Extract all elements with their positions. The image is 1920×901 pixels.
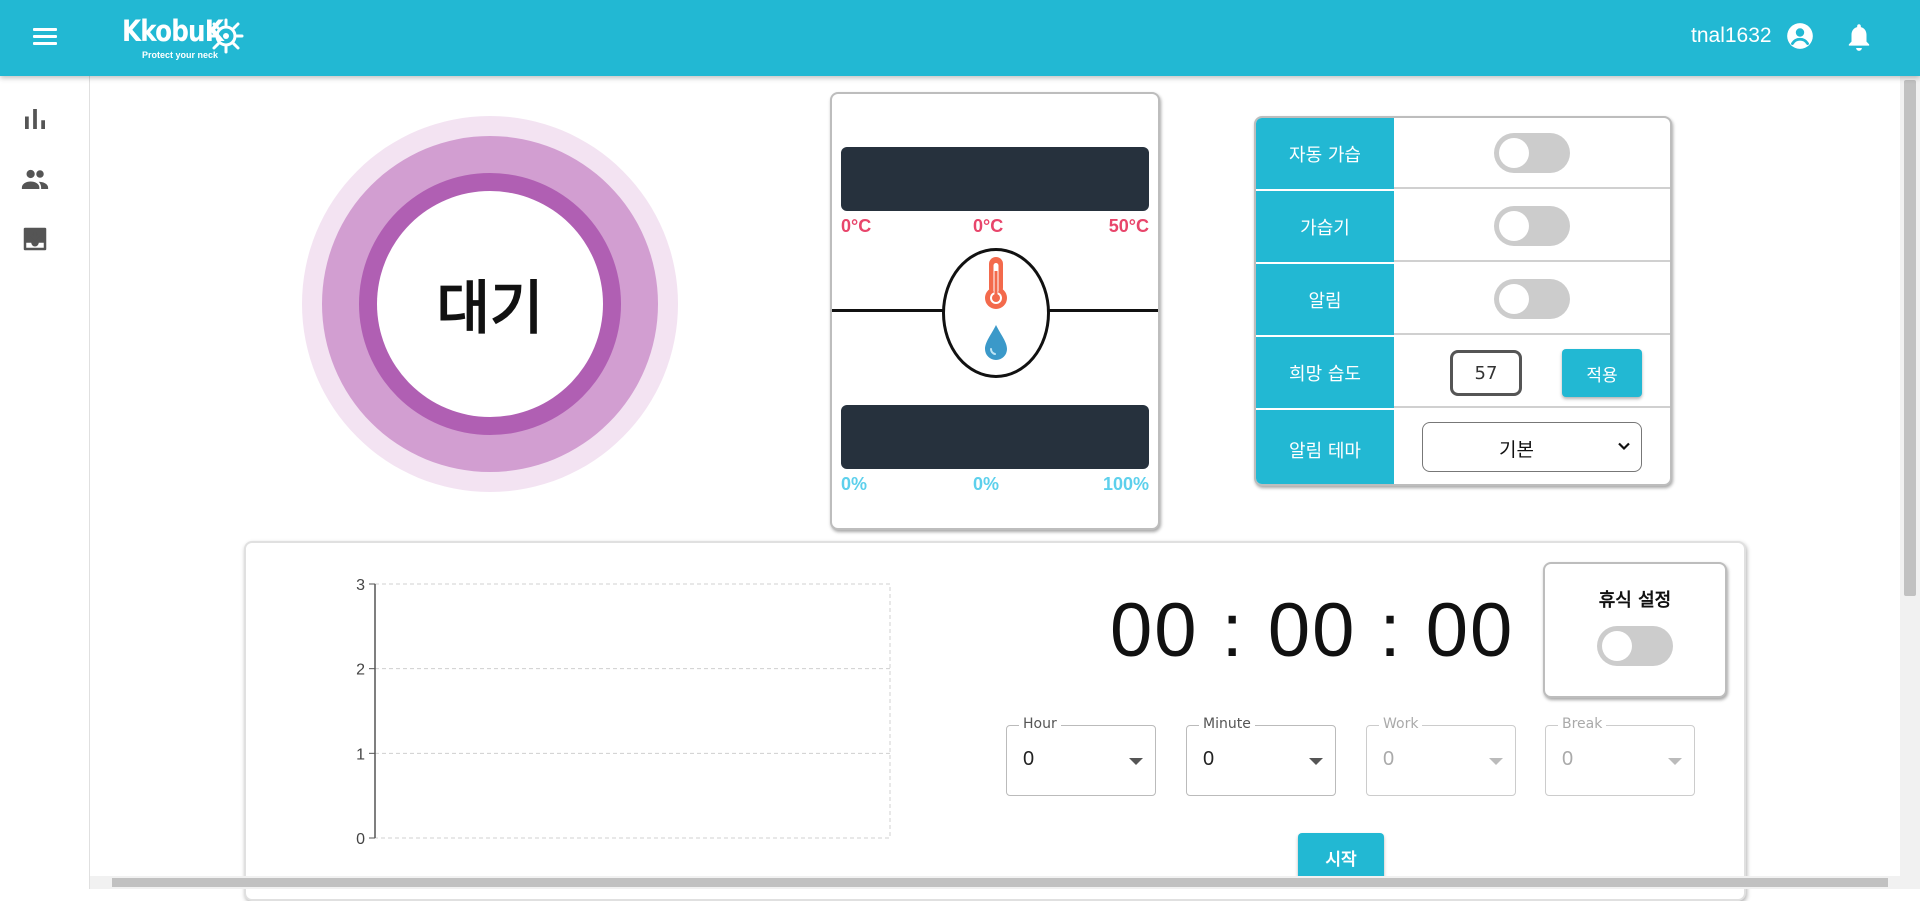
work-value: 0	[1383, 748, 1395, 770]
apply-button[interactable]: 적용	[1562, 349, 1642, 397]
timer-card: 0 1 2 3 00 : 00 : 00 휴식 설정 Hour 0 Minute 0 …	[244, 541, 1746, 901]
minute-value: 0	[1203, 748, 1215, 770]
alarm-theme-value: 기본	[1499, 439, 1534, 461]
menu-icon[interactable]	[30, 24, 60, 52]
work-label: Work	[1379, 716, 1423, 732]
temperature-max: 50°C	[1108, 216, 1149, 236]
humidity-min: 0%	[841, 474, 868, 494]
temperature-current: 0°C	[973, 216, 1004, 236]
alarm-toggle[interactable]	[1494, 279, 1570, 319]
vertical-scrollbar[interactable]	[1900, 76, 1920, 876]
logo-tagline: Protect your neck	[142, 50, 219, 60]
dropdown-arrow-icon	[1309, 758, 1323, 765]
chevron-down-icon	[1618, 442, 1630, 451]
humidifier-label: 가습기	[1256, 191, 1394, 262]
humidifier-row: 가습기	[1256, 191, 1670, 262]
sensor-oval	[942, 248, 1050, 378]
sensor-card: 0°C 0°C 50°C 0% 0% 100%	[830, 92, 1160, 530]
bar-chart-icon[interactable]	[20, 104, 50, 134]
chart-y-tick-label: 0	[356, 831, 365, 848]
horizontal-scrollbar[interactable]	[90, 876, 1920, 889]
chart-plot-area	[374, 583, 891, 839]
status-label: 대기	[437, 274, 544, 342]
status-ring-graphic: 대기	[302, 116, 678, 492]
rest-toggle[interactable]	[1597, 626, 1673, 666]
desired-humidity-input[interactable]	[1450, 350, 1522, 396]
username[interactable]: tnal1632	[1691, 24, 1772, 48]
auto-humidify-label: 자동 가습	[1256, 118, 1394, 189]
account-circle-icon[interactable]	[1786, 22, 1814, 50]
dropdown-arrow-icon	[1489, 758, 1503, 765]
control-panel: 자동 가습 가습기 알림 희망 습도 적용 알림 테마 기본	[1254, 116, 1672, 486]
chart-y-tick-label: 3	[356, 577, 365, 594]
vertical-scroll-thumb[interactable]	[1904, 80, 1916, 596]
alarm-row: 알림	[1256, 264, 1670, 335]
sidebar	[0, 76, 90, 889]
start-button[interactable]: 시작	[1298, 833, 1384, 881]
logo[interactable]: KkobuK Protect your neck	[122, 14, 248, 64]
desired-humidity-label: 희망 습도	[1256, 337, 1394, 408]
minute-label: Minute	[1199, 716, 1255, 732]
posture-chart: 0 1 2 3	[356, 577, 891, 848]
humidity-current: 0%	[973, 474, 1000, 494]
humidity-bar	[841, 405, 1149, 469]
rest-settings-box: 휴식 설정	[1543, 562, 1727, 698]
temperature-min: 0°C	[841, 216, 872, 236]
humidifier-toggle[interactable]	[1494, 206, 1570, 246]
water-drop-icon	[985, 325, 1007, 360]
break-value: 0	[1562, 748, 1574, 770]
thermometer-icon	[985, 257, 1007, 309]
horizontal-scroll-thumb[interactable]	[112, 878, 1888, 887]
rest-settings-title: 휴식 설정	[1598, 590, 1672, 611]
app-bar: KkobuK Protect your neck tnal1632	[0, 0, 1920, 76]
turtle-logo-icon	[208, 18, 244, 54]
auto-humidify-row: 자동 가습	[1256, 118, 1670, 189]
break-label: Break	[1558, 716, 1607, 732]
temperature-scale: 0°C 0°C 50°C	[841, 216, 1149, 236]
alarm-theme-row: 알림 테마 기본	[1256, 410, 1670, 484]
alarm-label: 알림	[1256, 264, 1394, 335]
hour-label: Hour	[1019, 716, 1061, 732]
dropdown-arrow-icon	[1129, 758, 1143, 765]
alarm-theme-select[interactable]: 기본	[1422, 422, 1642, 472]
bell-icon[interactable]	[1845, 22, 1873, 52]
inbox-download-icon[interactable]	[20, 224, 50, 254]
auto-humidify-toggle[interactable]	[1494, 133, 1570, 173]
break-select[interactable]: Break 0	[1545, 716, 1695, 796]
hour-value: 0	[1023, 748, 1035, 770]
dropdown-arrow-icon	[1668, 758, 1682, 765]
chart-y-tick-label: 2	[356, 662, 365, 679]
people-icon[interactable]	[20, 164, 50, 194]
minute-select[interactable]: Minute 0	[1186, 716, 1336, 796]
status-ring: 대기	[302, 116, 678, 492]
timer-display: 00 : 00 : 00	[1110, 588, 1515, 673]
hour-select[interactable]: Hour 0	[1006, 716, 1156, 796]
desired-humidity-row: 희망 습도 적용	[1256, 337, 1670, 408]
temperature-bar	[841, 147, 1149, 211]
work-select[interactable]: Work 0	[1366, 716, 1516, 796]
humidity-scale: 0% 0% 100%	[841, 474, 1149, 494]
chart-y-tick-label: 1	[356, 746, 365, 763]
alarm-theme-label: 알림 테마	[1256, 410, 1394, 484]
humidity-max: 100%	[1102, 474, 1149, 494]
